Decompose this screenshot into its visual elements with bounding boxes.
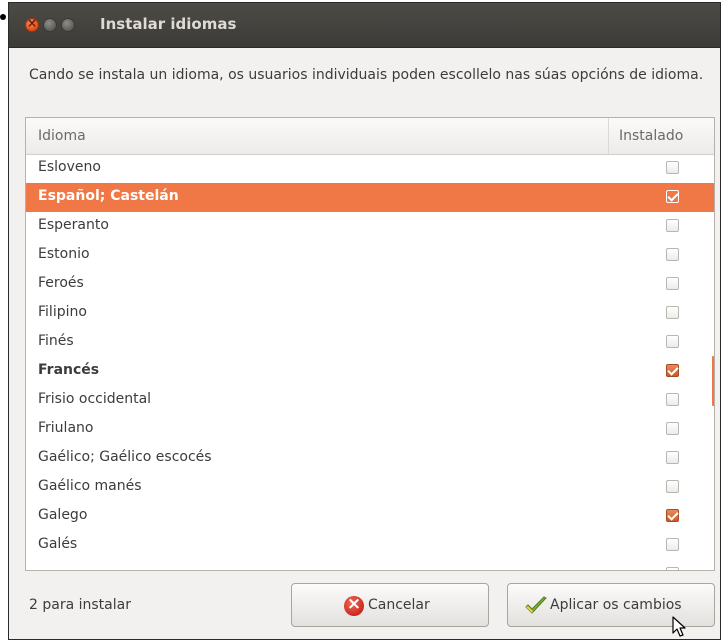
dialog-description: Cando se instala un idioma, os usuarios …	[29, 67, 704, 83]
list-item[interactable]: Galés	[26, 531, 714, 560]
language-name: Español; Castelán	[38, 188, 179, 204]
status-text: 2 para instalar	[29, 597, 131, 613]
language-name: Galés	[38, 536, 78, 552]
language-name: Galego	[38, 507, 88, 523]
apply-button-label: Aplicar os cambios	[550, 597, 682, 613]
installed-checkbox[interactable]	[666, 538, 679, 551]
installed-checkbox[interactable]	[666, 451, 679, 464]
scrollbar-thumb[interactable]	[712, 356, 714, 406]
list-item[interactable]: Estonio	[26, 241, 714, 270]
window-title: Instalar idiomas	[100, 15, 237, 33]
list-header: Idioma Instalado	[26, 118, 714, 155]
list-item[interactable]: Galego	[26, 502, 714, 531]
language-name: Esloveno	[38, 159, 101, 175]
language-name: Gaélico; Gaélico escocés	[38, 449, 212, 465]
list-item[interactable]: Filipino	[26, 299, 714, 328]
minimize-window-button[interactable]	[43, 18, 57, 32]
bullet-point	[0, 14, 6, 20]
language-name: Esperanto	[38, 217, 109, 233]
installed-checkbox[interactable]	[666, 567, 679, 570]
installed-checkbox[interactable]	[666, 480, 679, 493]
installed-checkbox[interactable]	[666, 248, 679, 261]
language-name: Finés	[38, 333, 74, 349]
cancel-button-label: Cancelar	[368, 597, 430, 613]
installed-checkbox[interactable]	[666, 277, 679, 290]
list-item[interactable]: Finés	[26, 328, 714, 357]
list-item[interactable]: Francés	[26, 357, 714, 386]
language-rows: Esloveno Español; Castelán Esperanto Estoni…	[26, 154, 714, 570]
column-header-language[interactable]: Idioma	[38, 128, 86, 144]
maximize-window-button[interactable]	[61, 18, 75, 32]
list-item[interactable]: Esperanto	[26, 212, 714, 241]
close-window-button[interactable]	[25, 16, 39, 32]
language-name: Filipino	[38, 304, 87, 320]
installed-checkbox[interactable]	[666, 161, 679, 174]
language-name: Feroés	[38, 275, 84, 291]
installed-checkbox[interactable]	[666, 509, 679, 522]
installed-checkbox[interactable]	[666, 335, 679, 348]
list-item[interactable]: Feroés	[26, 270, 714, 299]
installed-checkbox[interactable]	[666, 190, 679, 203]
language-name: Friulano	[38, 420, 94, 436]
language-name: Francés	[38, 362, 100, 378]
column-header-installed[interactable]: Instalado	[608, 118, 714, 154]
list-item[interactable]: Gaélico; Gaélico escocés	[26, 444, 714, 473]
installed-checkbox[interactable]	[666, 393, 679, 406]
installed-checkbox[interactable]	[666, 364, 679, 377]
list-item[interactable]: Gaélico manés	[26, 473, 714, 502]
language-name: Estonio	[38, 246, 90, 262]
language-list[interactable]: Idioma Instalado Esloveno Español; Castel…	[25, 117, 715, 571]
cancel-button[interactable]: Cancelar	[291, 583, 489, 627]
language-name: Frisio occidental	[38, 391, 152, 407]
list-item[interactable]	[26, 560, 714, 570]
cancel-icon	[344, 594, 364, 616]
titlebar: Instalar idiomas	[9, 3, 720, 48]
install-languages-dialog: Instalar idiomas Cando se instala un idi…	[8, 2, 721, 640]
list-item[interactable]: Español; Castelán	[26, 183, 714, 212]
mouse-cursor-icon	[672, 616, 686, 637]
checkmark-icon	[525, 596, 547, 614]
list-item[interactable]: Esloveno	[26, 154, 714, 183]
list-item[interactable]: Frisio occidental	[26, 386, 714, 415]
list-item[interactable]: Friulano	[26, 415, 714, 444]
language-name: Gaélico manés	[38, 478, 142, 494]
installed-checkbox[interactable]	[666, 306, 679, 319]
installed-checkbox[interactable]	[666, 219, 679, 232]
installed-checkbox[interactable]	[666, 422, 679, 435]
